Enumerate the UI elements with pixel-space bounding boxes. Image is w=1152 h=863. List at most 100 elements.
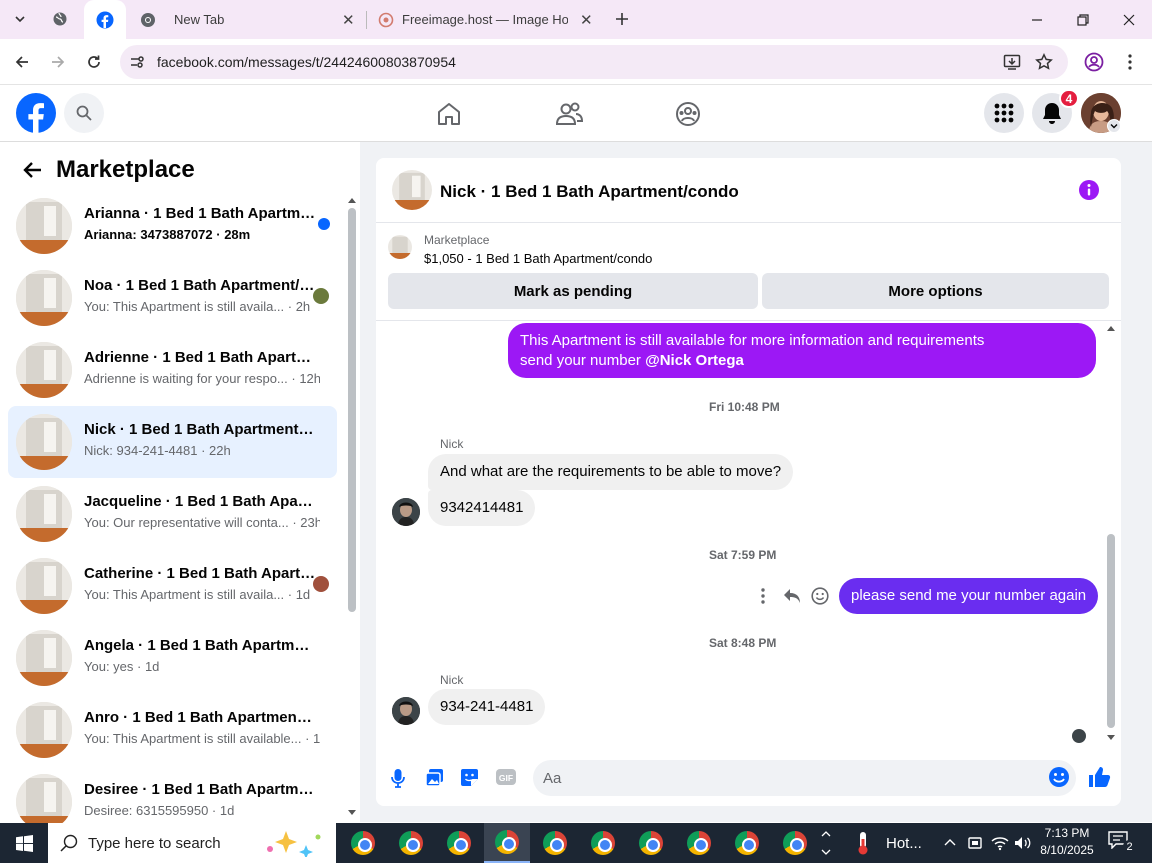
tab-facebook[interactable] [84,0,126,39]
taskbar-search[interactable]: Type here to search [48,823,336,863]
minimize-button[interactable] [1014,0,1060,39]
conversation-item[interactable]: Noa · 1 Bed 1 Bath Apartment/condo You: … [8,262,337,334]
thumbs-up-icon[interactable] [1087,765,1111,789]
mention[interactable]: @Nick Ortega [645,352,744,369]
home-icon[interactable] [436,101,462,127]
chat-title[interactable]: Nick · 1 Bed 1 Bath Apartment/condo [440,182,739,202]
site-info-icon[interactable] [129,54,145,70]
back-button[interactable] [8,48,36,76]
taskbar-chrome-app[interactable] [628,823,674,863]
react-emoji-icon[interactable] [811,587,829,605]
taskbar-chrome-app[interactable] [532,823,578,863]
chrome-icon [351,831,375,855]
taskbar-chrome-app[interactable] [724,823,770,863]
chat-listing-avatar[interactable] [392,170,432,210]
search-button[interactable] [64,93,104,133]
close-window-button[interactable] [1106,0,1152,39]
browser-toolbar: facebook.com/messages/t/2442460080387095… [0,39,1152,85]
microphone-icon[interactable] [390,768,406,788]
conversation-preview: You: Our representative will conta... · … [84,515,320,530]
taskbar-chrome-app[interactable] [340,823,386,863]
close-tab-icon[interactable]: ✕ [342,11,355,29]
show-hidden-icons-icon[interactable] [944,838,956,846]
conversation-item[interactable]: Angela · 1 Bed 1 Bath Apartment/condo Yo… [8,622,337,694]
taskbar-chrome-app[interactable] [772,823,818,863]
menu-button[interactable] [984,93,1024,133]
account-menu-chevron[interactable] [1107,119,1121,133]
install-app-icon[interactable] [1003,53,1021,71]
scroll-up-icon[interactable] [347,196,357,204]
tab-search-button[interactable] [6,6,34,32]
groups-icon[interactable] [675,101,701,127]
start-button[interactable] [0,823,48,863]
tab-new-tab[interactable]: New Tab ✕ [130,0,364,39]
scroll-down-icon[interactable] [1106,734,1116,742]
listing-thumbnail [16,414,72,470]
taskbar-chrome-app-active[interactable] [484,823,530,863]
forward-button[interactable] [44,48,72,76]
taskbar-clock[interactable]: 7:13 PM 8/10/2025 [1036,825,1098,861]
emoji-icon[interactable] [1048,766,1070,788]
message-incoming[interactable]: 9342414481 [428,490,536,526]
conversation-item[interactable]: Catherine · 1 Bed 1 Bath Apartment/condo… [8,550,337,622]
facebook-logo-icon[interactable] [16,93,56,133]
tab-title: New Tab [174,12,225,27]
sender-avatar[interactable] [392,697,420,725]
conversation-preview: Arianna: 3473887072 · 28m [84,227,251,242]
conversation-item[interactable]: Anro · 1 Bed 1 Bath Apartment/condo You:… [8,694,337,766]
friends-icon[interactable] [555,101,583,127]
taskbar-chrome-app[interactable] [436,823,482,863]
chrome-menu-button[interactable] [1116,48,1144,76]
tab-freeimage[interactable]: Freeimage.host — Image Hosting ✕ [368,0,604,39]
scroll-down-icon[interactable] [347,809,357,817]
taskbar-search-placeholder: Type here to search [88,834,221,852]
action-center-button[interactable]: 2 [1108,831,1136,855]
message-incoming[interactable]: And what are the requirements to be able… [428,454,794,490]
close-tab-icon[interactable]: ✕ [580,11,593,29]
arrow-left-icon [15,56,28,68]
reply-icon[interactable] [783,588,801,604]
meet-now-icon[interactable] [968,835,982,851]
message-input[interactable]: Aa [533,760,1076,796]
wifi-icon[interactable] [991,835,1009,851]
message-outgoing[interactable]: please send me your number again [839,578,1099,614]
reload-button[interactable] [80,48,108,76]
scroll-up-icon[interactable] [1106,324,1116,332]
mark-as-pending-button[interactable]: Mark as pending [388,273,758,309]
photo-icon[interactable] [425,768,444,787]
profile-button[interactable] [1080,48,1108,76]
weather-widget[interactable]: Hot... [856,823,936,863]
restore-button[interactable] [1060,0,1106,39]
star-icon[interactable] [1035,53,1053,71]
listing-title[interactable]: $1,050 - 1 Bed 1 Bath Apartment/condo [424,251,652,266]
more-actions-icon[interactable] [761,588,765,604]
taskbar-chrome-app[interactable] [676,823,722,863]
conversation-list-scrollbar[interactable] [348,208,356,612]
conversation-item-selected[interactable]: Nick · 1 Bed 1 Bath Apartment/condo Nick… [8,406,337,478]
arrow-right-icon [52,56,65,68]
message-incoming[interactable]: 934-241-4481 [428,689,546,725]
sender-name: Nick [440,437,464,451]
volume-icon[interactable] [1014,835,1032,851]
tab-group-globe[interactable] [46,6,74,32]
sender-avatar[interactable] [392,498,420,526]
chat-window: Nick · 1 Bed 1 Bath Apartment/condo Mark… [376,158,1121,806]
message-composer: GIF Aa [376,758,1121,806]
new-tab-button[interactable] [608,6,636,32]
chrome-icon [687,831,711,855]
back-arrow-icon[interactable] [22,161,42,179]
more-options-button[interactable]: More options [762,273,1109,309]
message-outgoing[interactable]: This Apartment is still available for mo… [508,323,1096,378]
taskbar-overflow[interactable] [818,825,834,861]
info-icon[interactable] [1079,180,1099,200]
chat-scrollbar[interactable] [1107,534,1115,728]
taskbar-chrome-app[interactable] [388,823,434,863]
listing-thumbnail [16,198,72,254]
address-bar[interactable]: facebook.com/messages/t/2442460080387095… [120,45,1068,79]
conversation-item[interactable]: Adrienne · 1 Bed 1 Bath Apartment/condo … [8,334,337,406]
conversation-item[interactable]: Arianna · 1 Bed 1 Bath Apartment/condo A… [8,190,337,262]
taskbar-chrome-app[interactable] [580,823,626,863]
conversation-item[interactable]: Jacqueline · 1 Bed 1 Bath Apartment/cond… [8,478,337,550]
sticker-icon[interactable] [460,768,479,787]
gif-icon[interactable]: GIF [495,768,517,786]
